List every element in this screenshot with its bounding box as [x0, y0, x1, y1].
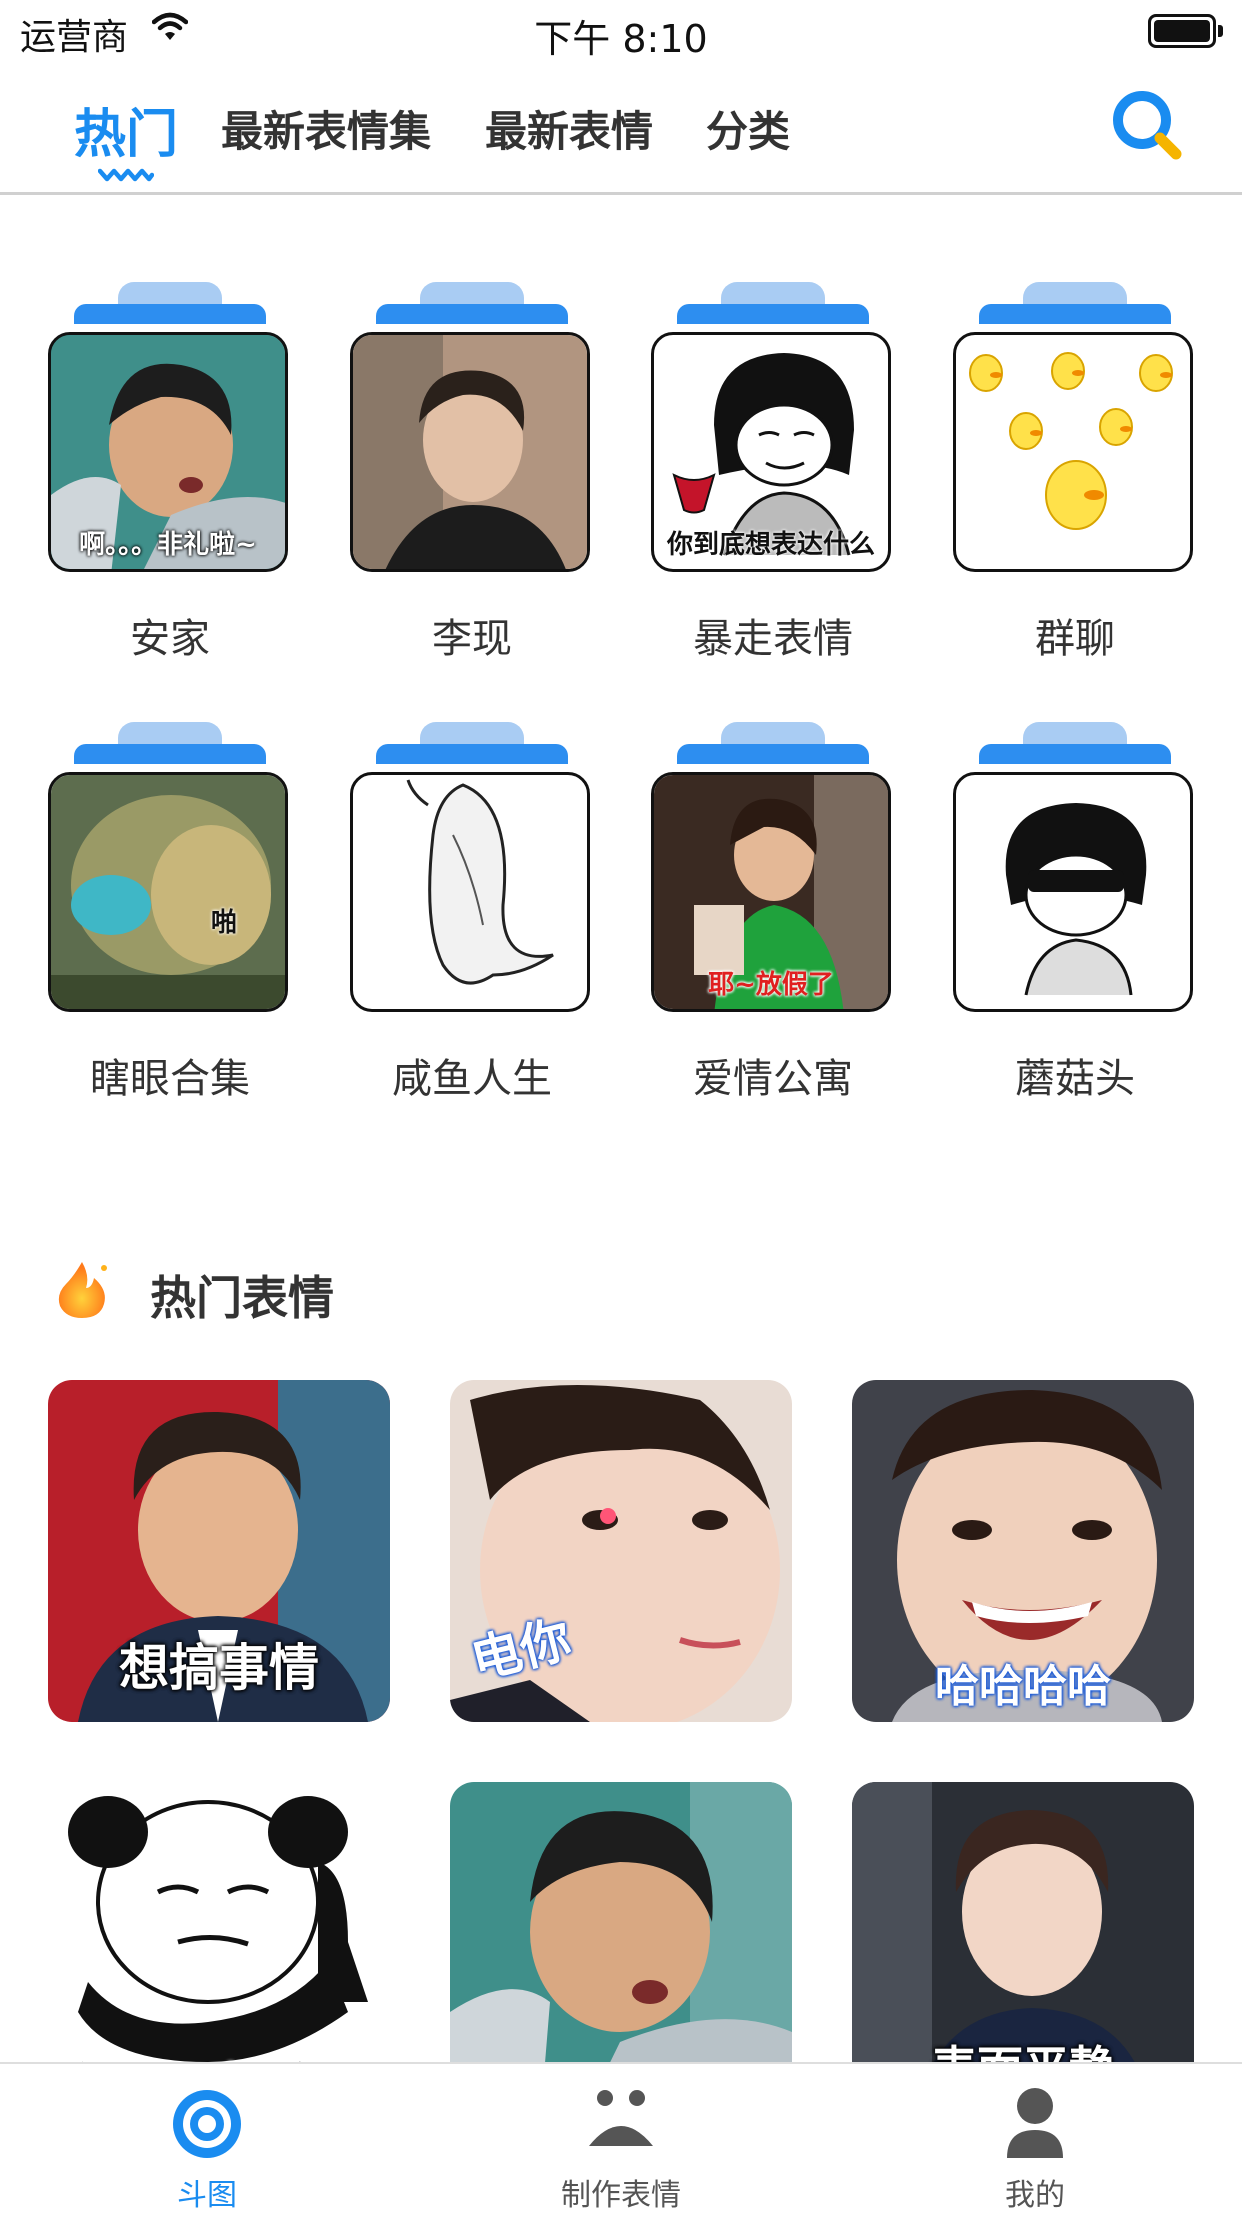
- collection-label: 暴走表情: [693, 616, 853, 662]
- folder-tab-back: [420, 282, 524, 304]
- bottom-tab-label: 制作表情: [561, 2178, 681, 2213]
- person-photo: [353, 335, 587, 569]
- tab-hot[interactable]: 热门: [74, 92, 178, 167]
- person-icon: [1007, 2088, 1063, 2158]
- collection-thumbnail: [350, 772, 590, 1012]
- status-bar: 运营商 下午 8:10: [0, 0, 1242, 62]
- target-icon: [173, 2090, 241, 2158]
- collection-caption: 啊。。。非礼啦~: [79, 530, 257, 560]
- collection-thumbnail: [953, 332, 1193, 572]
- folder-tab-front: [376, 744, 568, 764]
- emoji-card[interactable]: 电你: [450, 1380, 792, 1722]
- bottom-tab-label: 我的: [1005, 2178, 1065, 2213]
- bottom-tab-label: 斗图: [177, 2178, 237, 2213]
- folder-tab-back: [420, 722, 524, 744]
- collection-caption: 啪: [211, 908, 238, 938]
- collection-caption: 你到底想表达什么: [666, 530, 875, 560]
- emoji-card[interactable]: 想搞事情: [48, 1380, 390, 1722]
- folder-tab-front: [677, 744, 869, 764]
- ducks-drawing: [969, 352, 1173, 530]
- collection-label: 蘑菇头: [1015, 1056, 1135, 1102]
- tab-new-emoji[interactable]: 最新表情: [485, 98, 653, 159]
- section-title: 热门表情: [150, 1271, 334, 1325]
- emoji-caption: 哈哈哈哈: [935, 1661, 1111, 1712]
- collection-label: 群聊: [1035, 616, 1115, 662]
- folder-tab-back: [1023, 282, 1127, 304]
- top-tab-bar: 热门 最新表情集 最新表情 分类: [0, 62, 1242, 195]
- face-icon: [589, 2090, 653, 2146]
- bottom-tab-doutu[interactable]: 斗图: [0, 2064, 414, 2213]
- collection-thumbnail: 耶~放假了: [651, 772, 891, 1012]
- emoji-card[interactable]: 哈哈哈哈: [852, 1380, 1194, 1722]
- folder-tab-back: [118, 282, 222, 304]
- meme-image: [51, 775, 285, 1009]
- flame-icon: [58, 1262, 107, 1318]
- collection-label: 瞎眼合集: [90, 1056, 250, 1102]
- emoji-caption: 想搞事情: [119, 1639, 319, 1697]
- collection-thumbnail: 啊。。。非礼啦~: [48, 332, 288, 572]
- bottom-tab-mine[interactable]: 我的: [828, 2064, 1242, 2213]
- folder-tab-front: [677, 304, 869, 324]
- tab-new-sets[interactable]: 最新表情集: [221, 98, 431, 159]
- folder-tab-front: [376, 304, 568, 324]
- collection-label: 安家: [130, 616, 210, 662]
- collection-label: 咸鱼人生: [392, 1056, 552, 1102]
- folder-tab-back: [1023, 722, 1127, 744]
- folder-tab-front: [74, 304, 266, 324]
- folder-tab-back: [118, 722, 222, 744]
- battery-icon: [1148, 14, 1223, 48]
- folder-tab-front: [74, 744, 266, 764]
- collection-thumbnail: 啪: [48, 772, 288, 1012]
- folder-tab-front: [979, 304, 1171, 324]
- collection-label: 李现: [432, 616, 512, 662]
- folder-tab-front: [979, 744, 1171, 764]
- status-time: 下午 8:10: [534, 17, 708, 61]
- bottom-tab-make[interactable]: 制作表情: [414, 2064, 828, 2213]
- tab-active-indicator: [98, 168, 154, 182]
- collection-thumbnail: [350, 332, 590, 572]
- bottom-tab-bar: 斗图 制作表情 我的: [0, 2062, 1242, 2213]
- fish-drawing: [406, 779, 554, 985]
- folder-tab-back: [721, 722, 825, 744]
- folder-tab-back: [721, 282, 825, 304]
- mushroom-head-drawing: [1005, 803, 1147, 996]
- search-icon[interactable]: [1108, 86, 1188, 166]
- collection-thumbnail: [953, 772, 1193, 1012]
- collection-thumbnail: 你到底想表达什么: [651, 332, 891, 572]
- collection-label: 爱情公寓: [693, 1056, 853, 1102]
- tab-category[interactable]: 分类: [706, 98, 790, 159]
- collection-caption: 耶~放假了: [708, 970, 834, 1000]
